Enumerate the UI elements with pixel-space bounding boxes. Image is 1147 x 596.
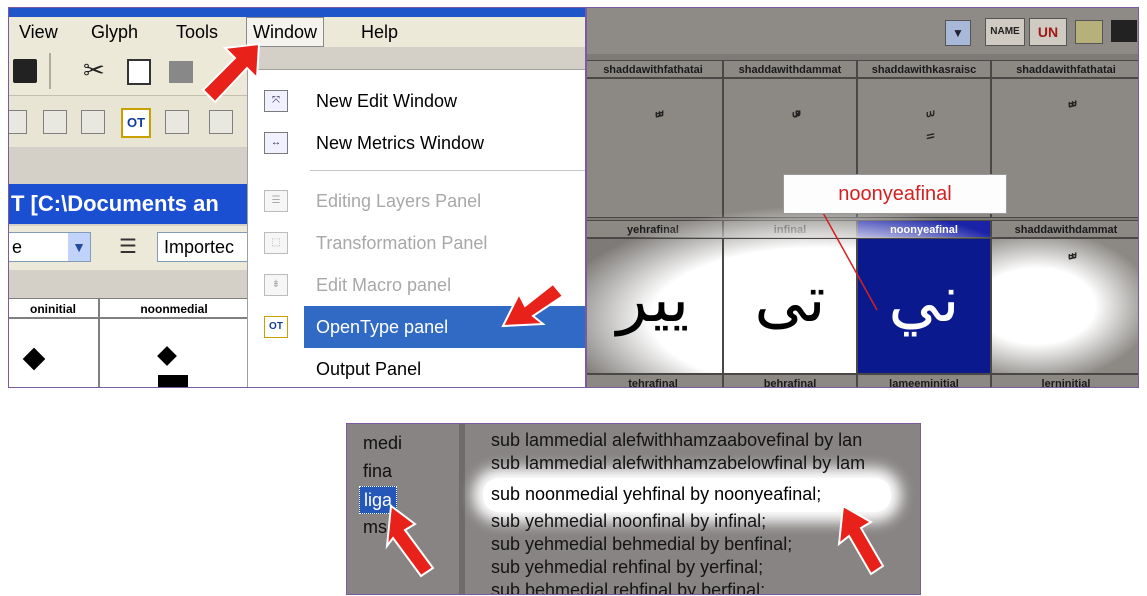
layers-panel-icon: ☰: [264, 190, 288, 212]
source-combo-value: Importec: [164, 237, 235, 257]
glyph-shape: [157, 346, 177, 366]
glyph-cell[interactable]: ًّ: [991, 78, 1138, 218]
chevron-down-icon[interactable]: ▼: [945, 20, 971, 46]
annotation-arrow: [385, 504, 435, 578]
paste-icon[interactable]: [169, 61, 193, 83]
glyph-header: shaddawithfathatai: [991, 60, 1138, 78]
menu-item-label: New Edit Window: [316, 91, 458, 111]
menu-item-label: New Metrics Window: [316, 133, 485, 153]
encoding-combo-value: e: [12, 237, 23, 257]
menu-item-new-metrics-window[interactable]: ↔ New Metrics Window: [248, 122, 585, 164]
metrics-window-icon: ↔: [264, 132, 288, 154]
substitution-rule: sub yehmedial noonfinal by infinal;: [491, 511, 767, 531]
name-view-button[interactable]: NAME: [985, 18, 1025, 46]
glyph-header: lerninitial: [991, 374, 1138, 387]
menu-item-label: Transformation Panel: [316, 233, 488, 253]
unicode-view-button[interactable]: UN: [1029, 18, 1067, 46]
transformation-panel-icon: ⬚: [264, 232, 288, 254]
annotation-arrow: [837, 504, 885, 576]
glyph-cell[interactable]: ًّ: [991, 238, 1138, 374]
annotation-arrow: [201, 42, 261, 104]
feature-item[interactable]: fina: [359, 458, 396, 484]
glyph-header: shaddawithdammat: [723, 60, 857, 78]
substitution-rule: sub lammedial alefwithhamzaabovefinal by…: [491, 430, 863, 450]
menu-item-new-edit-window[interactable]: ⤧ New Edit Window: [248, 80, 585, 122]
chevron-down-icon[interactable]: ▼: [68, 233, 90, 261]
window-menu-dropdown: ⤧ New Edit Window ↔ New Metrics Window ☰…: [247, 69, 585, 387]
substitution-rule: sub yehmedial rehfinal by yerfinal;: [491, 557, 764, 577]
glyph-name-callout: noonyeafinal: [783, 174, 1007, 214]
substitution-rule-highlighted: sub noonmedial yehfinal by noonyeafinal;: [491, 484, 822, 504]
glyph-cell[interactable]: يير: [587, 238, 723, 374]
copy-icon[interactable]: [127, 59, 151, 85]
menu-item-output-panel[interactable]: Output Panel: [248, 348, 585, 387]
glyph-cell[interactable]: ًّ: [587, 78, 723, 218]
encoding-combo[interactable]: e ▼: [9, 232, 91, 262]
panel-icon[interactable]: [9, 110, 27, 134]
grid-toolbar: ▼ NAME UN: [587, 8, 1138, 54]
menu-item-transformation-panel: ⬚ Transformation Panel: [248, 222, 585, 264]
menu-help[interactable]: Help: [361, 17, 398, 47]
callout-pointer-line: [816, 201, 878, 311]
menu-item-label: Edit Macro panel: [316, 275, 452, 295]
substitution-rule: sub behmedial rehfinal by berfinal;: [491, 580, 766, 595]
grid-panel-icon[interactable]: [209, 110, 233, 134]
pane-divider[interactable]: [459, 424, 465, 594]
font-window-title: T [C:\Documents an: [9, 184, 249, 224]
opentype-panel-icon[interactable]: OT: [121, 108, 151, 138]
save-all-icon[interactable]: [13, 59, 37, 83]
grid-view-icon[interactable]: [1075, 20, 1103, 44]
transformation-panel-icon[interactable]: [43, 110, 67, 134]
menu-item-editing-layers-panel: ☰ Editing Layers Panel: [248, 180, 585, 222]
font-window-path: T [C:\Documents an: [11, 191, 219, 216]
glyph-cell[interactable]: [9, 318, 99, 387]
menu-bar: View Glyph Tools Window Help: [9, 17, 585, 47]
edit-window-icon: ⤧: [264, 90, 288, 112]
glyph-header: noonmedial: [99, 298, 249, 318]
size-view-icon[interactable]: [1111, 20, 1137, 42]
macro-panel-icon: ⇟: [264, 274, 288, 296]
opentype-lookup-panel: medi fina liga mse sub lammedial alefwit…: [346, 423, 921, 595]
toolbar-separator: [49, 53, 51, 89]
feature-item[interactable]: medi: [359, 430, 406, 456]
font-window-controls: e ▼ ☰ Importec: [9, 226, 269, 270]
glyph-header: behrafinal: [723, 374, 857, 387]
menu-view[interactable]: View: [19, 17, 58, 47]
glyph-header: shaddawithfathatai: [587, 60, 723, 78]
menu-glyph[interactable]: Glyph: [91, 17, 138, 47]
list-icon[interactable]: ☰: [119, 234, 137, 259]
glyph-header: oninitial: [9, 298, 99, 318]
title-bar: [9, 8, 585, 17]
macro-panel-icon[interactable]: [81, 110, 105, 134]
menu-separator: [310, 170, 585, 171]
glyph-header: shaddawithkasraisc: [857, 60, 991, 78]
classes-panel-icon[interactable]: [165, 110, 189, 134]
glyph-shape: [22, 347, 46, 371]
glyph-header: lameeminitial: [857, 374, 991, 387]
glyph-cell[interactable]: [99, 318, 249, 387]
annotation-arrow: [501, 282, 565, 328]
menu-item-label: Output Panel: [316, 359, 422, 379]
substitution-rule: sub lammedial alefwithhamzabelowfinal by…: [491, 453, 866, 473]
menu-item-label: OpenType panel: [316, 317, 449, 337]
cut-icon[interactable]: ✂: [83, 55, 105, 86]
spacer: [9, 147, 249, 184]
opentype-panel-icon: OT: [264, 316, 288, 338]
glyph-grid-panel: ▼ NAME UN shaddawithfathatai shaddawithd…: [586, 7, 1139, 388]
glyph-header: tehrafinal: [587, 374, 723, 387]
substitution-rule: sub yehmedial behmedial by benfinal;: [491, 534, 793, 554]
menu-item-label: Editing Layers Panel: [316, 191, 482, 211]
glyph-shape: [158, 375, 188, 387]
fontforge-window-panel: View Glyph Tools Window Help ✂ OT T [C:\…: [8, 7, 586, 388]
